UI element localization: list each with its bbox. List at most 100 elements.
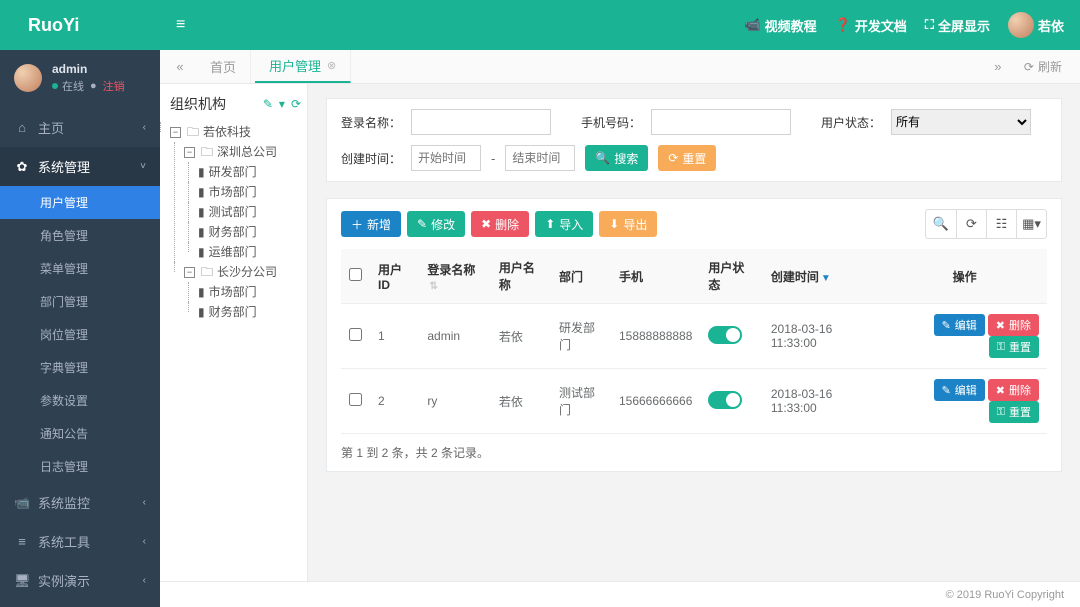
user-name: admin [52,62,125,76]
row-reset-button[interactable]: ⚿重置 [989,336,1039,358]
tree-node[interactable]: ▮测试部门 [198,202,301,222]
menu-toggle-icon[interactable]: ≡ [176,16,185,34]
tree-branch-sz[interactable]: −🗀深圳总公司 [184,142,301,162]
tree-root[interactable]: −🗀若依科技 [170,122,301,142]
tab-refresh[interactable]: ⟳ 刷新 [1014,50,1072,83]
cell-id: 1 [370,304,419,369]
table-columns-icon[interactable]: ☷ [986,210,1016,238]
nav-monitor[interactable]: 📹 系统监控 ‹ [0,483,160,522]
nav-posts[interactable]: 岗位管理 [0,318,160,351]
tree-branch-sz-label: 深圳总公司 [217,142,277,162]
edit-icon: ✎ [417,217,427,231]
nav-notice[interactable]: 通知公告 [0,417,160,450]
start-time-input[interactable] [411,145,481,171]
row-reset-button[interactable]: ⚿重置 [989,401,1039,423]
tree-node[interactable]: ▮运维部门 [198,242,301,262]
tab-close-icon[interactable]: ⊗ [327,59,336,72]
tree-node[interactable]: ▮财务部门 [198,302,301,322]
th-status[interactable]: 用户状态 [700,249,762,304]
nav-depts[interactable]: 部门管理 [0,285,160,318]
cell-dept: 测试部门 [551,369,611,434]
add-button[interactable]: ＋新增 [341,211,401,237]
avatar[interactable] [14,64,42,92]
nav-home[interactable]: ⌂ 主页 ‹ [0,108,160,147]
link-docs[interactable]: ❓ 开发文档 [835,16,907,35]
tree-node[interactable]: ▮市场部门 [198,182,301,202]
tab-home[interactable]: 首页 [196,50,251,83]
table-row: 2ry若依测试部门156666666662018-03-16 11:33:00✎… [341,369,1047,434]
video-label: 视频教程 [765,16,817,35]
th-created[interactable]: 创建时间▼ [763,249,882,304]
tree-expand-icon[interactable]: ▾ [279,97,285,111]
th-dept[interactable]: 部门 [551,249,611,304]
table-view-icon[interactable]: ▦▾ [1016,210,1046,238]
nav-users[interactable]: 用户管理 [0,186,160,219]
export-button[interactable]: ⬇导出 [599,211,657,237]
file-icon: ▮ [198,302,205,322]
tab-users[interactable]: 用户管理 ⊗ [255,50,351,83]
fullscreen-label: 全屏显示 [938,16,990,35]
profile-label: 若依 [1038,16,1064,35]
tree-node[interactable]: ▮财务部门 [198,222,301,242]
nav-logs[interactable]: 日志管理 [0,450,160,483]
delete-button[interactable]: ✖删除 [471,211,529,237]
nav-tools[interactable]: ≡ 系统工具 ‹ [0,522,160,561]
row-checkbox[interactable] [349,328,362,341]
nav-roles[interactable]: 角色管理 [0,219,160,252]
home-icon: ⌂ [14,120,30,135]
user-table: 用户ID 登录名称⇅ 用户名称 部门 手机 用户状态 创建时间▼ 操作 1adm… [341,249,1047,434]
nav-dict[interactable]: 字典管理 [0,351,160,384]
phone-input[interactable] [651,109,791,135]
divider: ● [90,80,97,92]
row-delete-button[interactable]: ✖删除 [988,379,1039,401]
tab-nav-left[interactable]: « [168,50,192,83]
search-button[interactable]: 🔍搜索 [585,145,648,171]
tab-nav-right[interactable]: » [986,50,1010,83]
delete-icon: ✖ [996,384,1005,397]
cell-name: 若依 [491,369,551,434]
status-toggle[interactable] [708,391,742,409]
nav-system-mgmt[interactable]: ✿ 系统管理 ˅ [0,147,160,186]
logout-link[interactable]: 注销 [103,78,125,94]
collapse-icon[interactable]: − [184,147,195,158]
th-login[interactable]: 登录名称⇅ [419,249,491,304]
docs-label: 开发文档 [855,16,907,35]
nav-demo-label: 实例演示 [38,571,90,590]
tree-node[interactable]: ▮研发部门 [198,162,301,182]
tree-node[interactable]: ▮市场部门 [198,282,301,302]
row-delete-button[interactable]: ✖删除 [988,314,1039,336]
table-refresh-icon[interactable]: ⟳ [956,210,986,238]
cell-phone: 15666666666 [611,369,700,434]
nav-menus[interactable]: 菜单管理 [0,252,160,285]
select-all-checkbox[interactable] [349,268,362,281]
reset-button[interactable]: ⟳重置 [658,145,716,171]
th-actions: 操作 [882,249,1047,304]
nav-config[interactable]: 参数设置 [0,384,160,417]
end-time-input[interactable] [505,145,575,171]
collapse-icon[interactable]: − [184,267,195,278]
table-panel: ＋新增 ✎修改 ✖删除 ⬆导入 ⬇导出 🔍 ⟳ ☷ ▦▾ [326,198,1062,472]
row-edit-button[interactable]: ✎编辑 [934,314,985,336]
tree-branch-cs[interactable]: −🗀长沙分公司 [184,262,301,282]
row-checkbox[interactable] [349,393,362,406]
table-search-icon[interactable]: 🔍 [926,210,956,238]
import-button[interactable]: ⬆导入 [535,211,593,237]
th-user-id[interactable]: 用户ID [370,249,419,304]
fullscreen-button[interactable]: ⛶ 全屏显示 [925,16,990,35]
status-select[interactable]: 所有 [891,109,1031,135]
tree-refresh-icon[interactable]: ⟳ [291,97,301,111]
login-input[interactable] [411,109,551,135]
row-edit-button[interactable]: ✎编辑 [934,379,985,401]
tree-edit-icon[interactable]: ✎ [263,97,273,111]
refresh-icon: ⟳ [668,151,678,165]
link-video-tutorial[interactable]: 📹 视频教程 [744,16,816,35]
tab-home-label: 首页 [210,57,236,76]
profile-menu[interactable]: 若依 [1008,12,1064,38]
th-name[interactable]: 用户名称 [491,249,551,304]
th-phone[interactable]: 手机 [611,249,700,304]
status-toggle[interactable] [708,326,742,344]
chevron-left-icon: ‹ [143,536,146,547]
edit-button[interactable]: ✎修改 [407,211,465,237]
nav-demo[interactable]: 🖥 实例演示 ‹ [0,561,160,600]
collapse-icon[interactable]: − [170,127,181,138]
